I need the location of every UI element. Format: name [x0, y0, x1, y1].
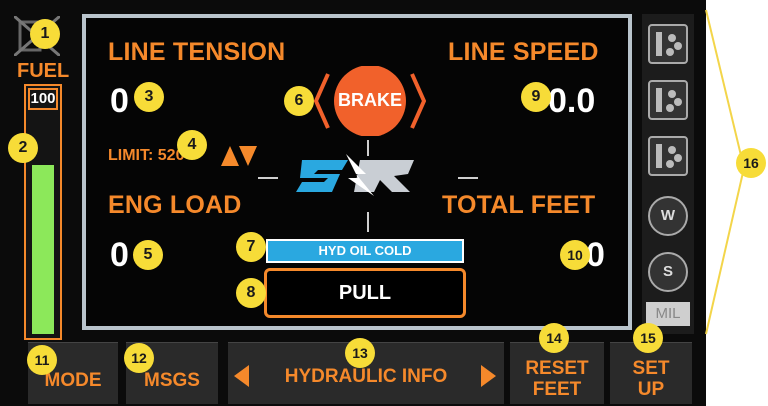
callout-6: 6: [284, 86, 314, 116]
line-speed-value: 0.0: [548, 82, 596, 120]
fuel-label: FUEL: [17, 60, 70, 82]
brake-indicator: BRAKE: [313, 65, 427, 137]
callout-8: 8: [236, 278, 266, 308]
callout-16: 16: [736, 148, 766, 178]
callout-10: 10: [560, 240, 590, 270]
callout-3: 3: [134, 82, 164, 112]
line-speed-title: LINE SPEED: [448, 38, 599, 66]
callout-14: 14: [539, 323, 569, 353]
left-arrow-icon[interactable]: [234, 365, 249, 387]
setup-label-line1: SET: [632, 357, 670, 379]
limit-label: LIMIT: 520: [108, 147, 185, 164]
s-button[interactable]: S: [648, 252, 688, 292]
line-tension-value: 0: [110, 82, 129, 120]
mil-indicator: MIL: [646, 302, 690, 326]
callout-9: 9: [521, 82, 551, 112]
hyd-oil-cold-alert: HYD OIL COLD: [266, 239, 464, 263]
callout-1: 1: [30, 19, 60, 49]
fuel-level-bar: [32, 165, 54, 334]
brake-label: BRAKE: [337, 90, 402, 110]
sr-logo-icon: [296, 152, 422, 198]
fuel-gauge: 100: [24, 84, 62, 340]
motor-speed-3-button[interactable]: [648, 136, 688, 176]
eng-load-title: ENG LOAD: [108, 191, 242, 219]
callout-7: 7: [236, 232, 266, 262]
right-arrow-icon[interactable]: [481, 365, 496, 387]
reset-feet-label-line2: FEET: [532, 378, 582, 400]
callout-11: 11: [27, 345, 57, 375]
motor-speed-2-button[interactable]: [648, 80, 688, 120]
mode-display: PULL: [264, 268, 466, 318]
fuel-max-label: 100: [28, 88, 58, 110]
callout-13: 13: [345, 338, 375, 368]
motor-speed-1-button[interactable]: [648, 24, 688, 64]
callout-15: 15: [633, 323, 663, 353]
callout-5: 5: [133, 240, 163, 270]
w-button-label: W: [660, 207, 676, 224]
eng-load-value: 0: [110, 236, 129, 274]
setup-label-line2: UP: [637, 378, 665, 400]
callout-4: 4: [177, 130, 207, 160]
s-button-label: S: [662, 263, 673, 280]
total-feet-title: TOTAL FEET: [442, 191, 596, 219]
w-button[interactable]: W: [648, 196, 688, 236]
reset-feet-label-line1: RESET: [525, 357, 589, 379]
hydraulic-info-label: HYDRAULIC INFO: [284, 366, 448, 387]
callout-12: 12: [124, 343, 154, 373]
limit-adjust-icon[interactable]: [221, 144, 257, 168]
line-tension-title: LINE TENSION: [108, 38, 286, 66]
callout-2: 2: [8, 133, 38, 163]
